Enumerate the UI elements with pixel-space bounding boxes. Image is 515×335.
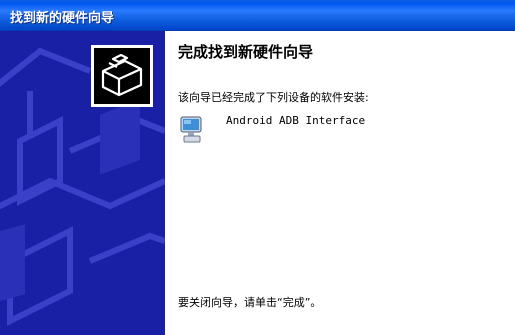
wizard-side-panel (0, 31, 165, 335)
wizard-subtitle: 该向导已经完成了下列设备的软件安装: (178, 91, 369, 104)
wizard-heading: 完成找到新硬件向导 (178, 43, 314, 61)
title-bar[interactable]: 找到新的硬件向导 (0, 0, 515, 31)
wizard-window: 找到新的硬件向导 完成找到新硬件向导 该向导已经完成了下列设备的软件安装: An… (0, 0, 515, 335)
finish-instruction: 要关闭向导，请单击“完成”。 (178, 296, 322, 309)
computer-monitor-icon (180, 116, 202, 143)
hardware-wizard-icon (91, 45, 153, 107)
window-title: 找到新的硬件向导 (10, 11, 115, 26)
installed-device-name: Android ADB Interface (226, 114, 366, 127)
wizard-content: 完成找到新硬件向导 该向导已经完成了下列设备的软件安装: Android ADB… (165, 31, 515, 335)
